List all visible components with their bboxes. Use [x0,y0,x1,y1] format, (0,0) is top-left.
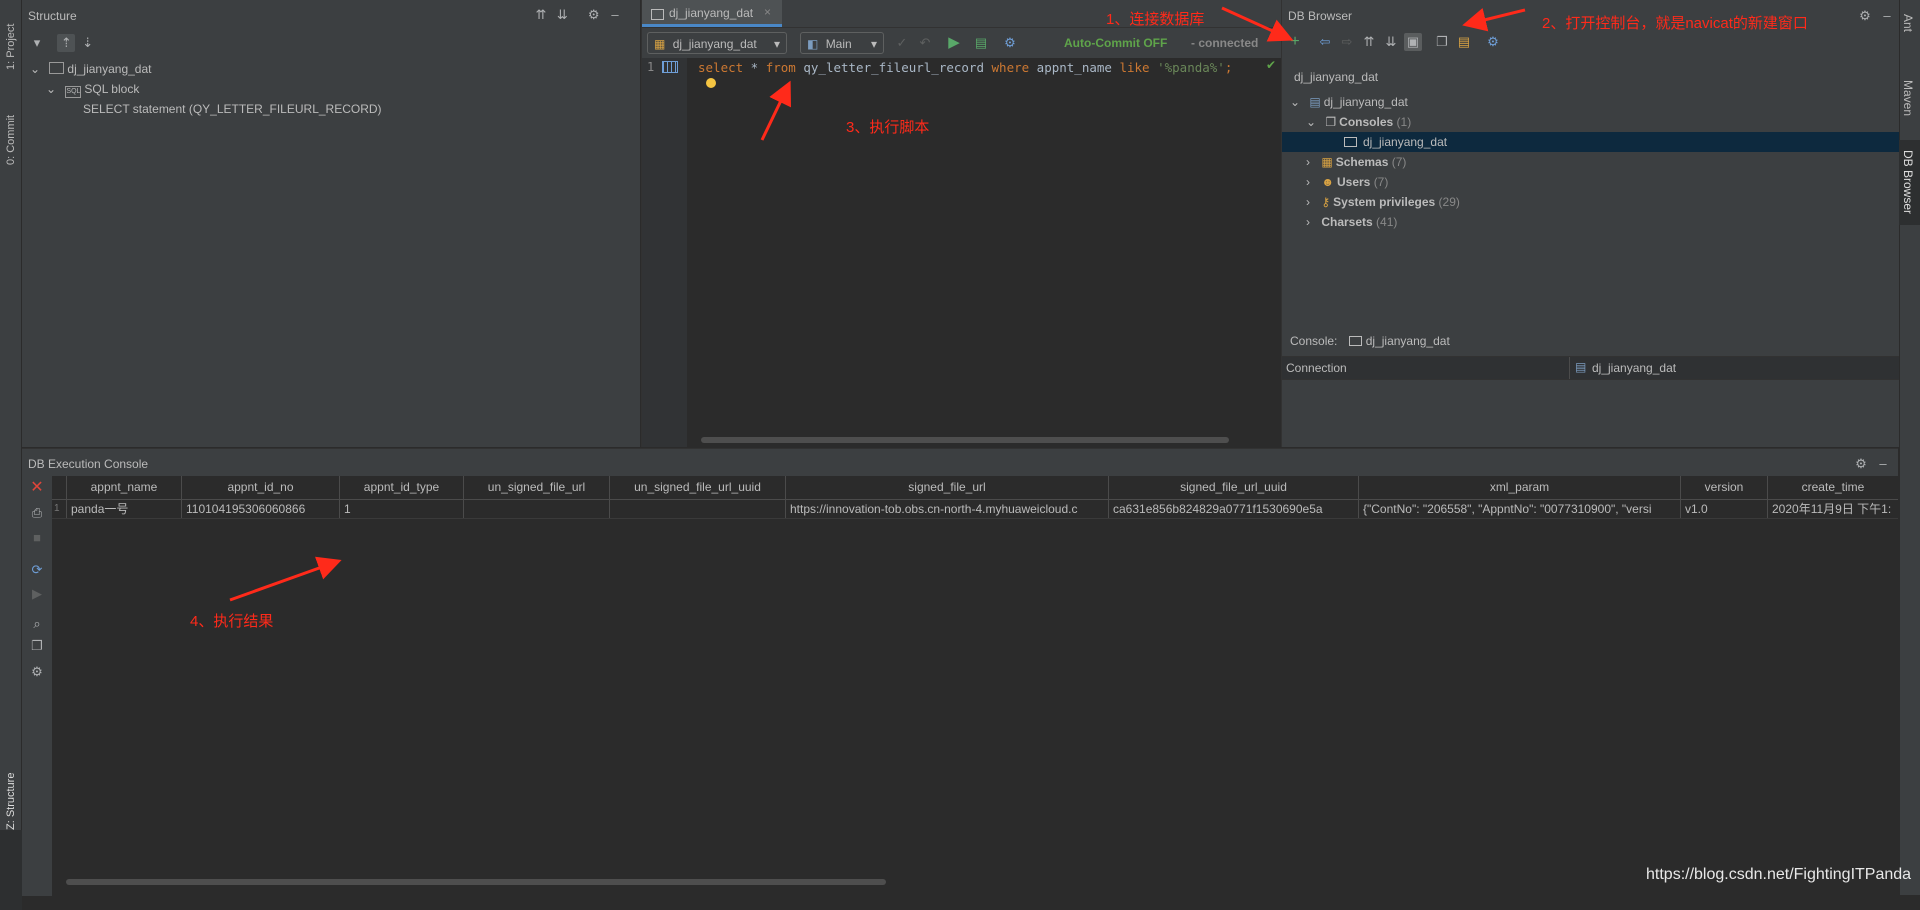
annotation-3: 3、执行脚本 [846,119,930,136]
annotation-2: 2、打开控制台，就是navicat的新建窗口 [1542,15,1808,32]
annotation-4: 4、执行结果 [190,613,274,630]
arrow-4 [229,556,342,602]
arrow-3 [760,80,792,141]
watermark: https://blog.csdn.net/FightingITPanda [1646,866,1912,883]
annotation-1: 1、连接数据库 [1106,11,1205,28]
annotation-arrows [229,6,1526,602]
arrow-2 [1462,8,1526,32]
arrow-1 [1221,6,1294,42]
